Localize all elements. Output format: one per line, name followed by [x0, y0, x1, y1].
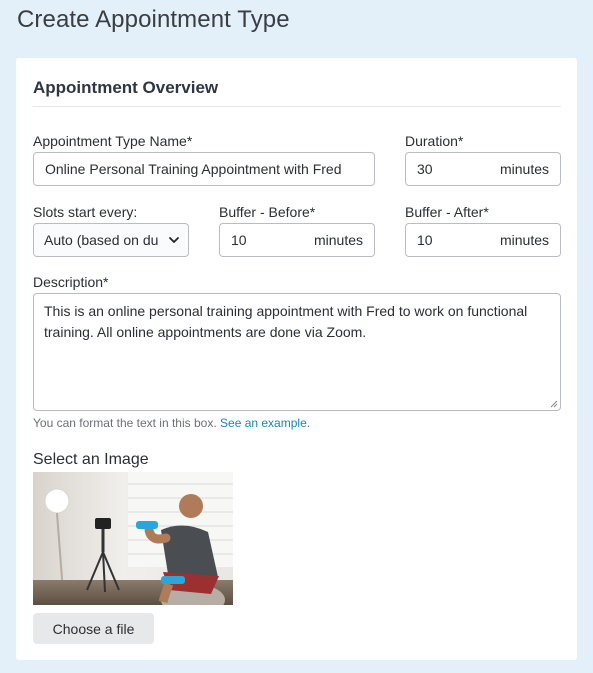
duration-input[interactable]: 30 minutes: [405, 152, 561, 186]
buffer-before-unit: minutes: [313, 232, 363, 248]
slots-start-label: Slots start every:: [33, 204, 138, 220]
duration-label: Duration*: [405, 133, 464, 149]
buffer-before-input[interactable]: 10 minutes: [219, 223, 375, 257]
description-value: This is an online personal training appo…: [44, 303, 528, 340]
training-photo: [33, 472, 233, 605]
buffer-after-value: 10: [417, 232, 433, 248]
page-title: Create Appointment Type: [17, 6, 290, 33]
buffer-after-input[interactable]: 10 minutes: [405, 223, 561, 257]
appointment-type-name-value: Online Personal Training Appointment wit…: [45, 161, 342, 177]
buffer-after-unit: minutes: [499, 232, 549, 248]
resize-handle-icon[interactable]: [550, 400, 558, 408]
section-divider: [33, 106, 561, 107]
chevron-down-icon: [169, 237, 179, 243]
choose-file-button[interactable]: Choose a file: [33, 613, 154, 644]
select-image-heading: Select an Image: [33, 451, 149, 468]
slots-start-select[interactable]: Auto (based on du: [33, 223, 189, 257]
appointment-type-name-label: Appointment Type Name*: [33, 133, 193, 149]
appointment-image-preview: [33, 472, 233, 605]
section-title: Appointment Overview: [33, 78, 219, 97]
buffer-after-label: Buffer - After*: [405, 204, 489, 220]
buffer-before-label: Buffer - Before*: [219, 204, 316, 220]
see-example-link[interactable]: See an example.: [220, 416, 310, 430]
duration-unit: minutes: [499, 161, 549, 177]
appointment-overview-card: Appointment Overview Appointment Type Na…: [16, 58, 577, 660]
format-help: You can format the text in this box. See…: [33, 416, 310, 430]
appointment-type-name-input[interactable]: Online Personal Training Appointment wit…: [33, 152, 375, 186]
description-label: Description*: [33, 274, 109, 290]
description-textarea[interactable]: This is an online personal training appo…: [33, 293, 561, 411]
format-help-text: You can format the text in this box.: [33, 416, 217, 430]
slots-start-value: Auto (based on du: [44, 232, 159, 248]
duration-value: 30: [417, 161, 433, 177]
buffer-before-value: 10: [231, 232, 247, 248]
